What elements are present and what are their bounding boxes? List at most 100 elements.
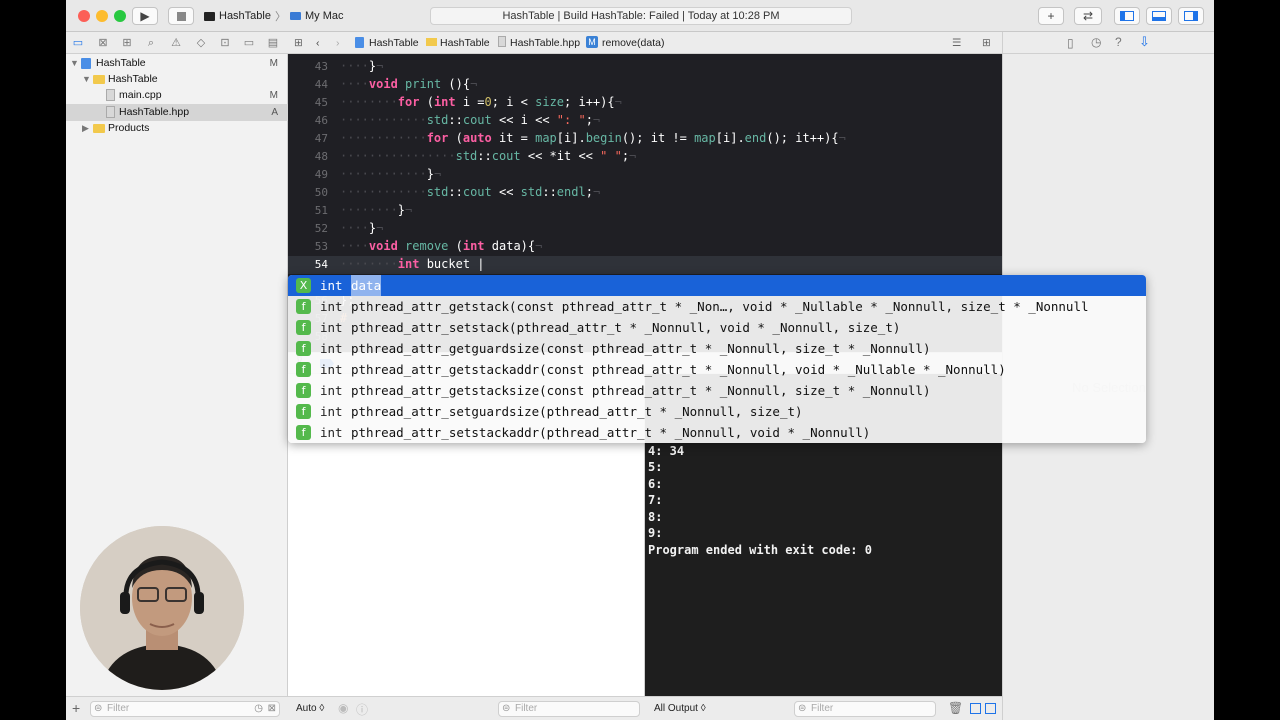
code-line: ············std::cout << i << ": ";¬ — [340, 113, 601, 127]
code-line: ····}¬ — [340, 221, 384, 235]
scm-status: M — [269, 58, 278, 69]
attributes-inspector-icon[interactable]: ⇩ — [1139, 34, 1150, 50]
function-badge-icon: f — [296, 341, 311, 356]
add-editor-icon[interactable]: ⊞ — [982, 36, 991, 50]
stop-button[interactable] — [168, 7, 194, 25]
toggle-inspector-button[interactable] — [1178, 7, 1204, 25]
completion-item[interactable]: f int pthread_attr_getstack(const pthrea… — [288, 296, 1146, 317]
function-badge-icon: f — [296, 320, 311, 335]
completion-item[interactable]: f int pthread_attr_setguardsize(pthread_… — [288, 401, 1146, 422]
disclosure-open-icon: ▼ — [70, 58, 79, 68]
file-inspector-icon[interactable]: ▯ — [1067, 36, 1074, 50]
toggle-navigator-button[interactable] — [1114, 7, 1140, 25]
crumb-symbol[interactable]: remove(data) — [602, 36, 664, 50]
function-badge-icon: f — [296, 404, 311, 419]
completion-item[interactable]: f int pthread_attr_getguardsize(const pt… — [288, 338, 1146, 359]
line-number: 45 — [314, 96, 328, 109]
line-number: 51 — [314, 204, 328, 217]
tree-item-label: main.cpp — [119, 89, 162, 101]
tree-item-project[interactable]: ▼ HashTable M — [66, 55, 288, 72]
run-button[interactable]: ▶ — [132, 7, 158, 25]
recent-icon[interactable]: ◷ — [254, 702, 263, 716]
console-line: 9: — [648, 526, 663, 540]
line-number: 48 — [314, 150, 328, 163]
terminal-icon — [204, 11, 215, 21]
tree-item-file[interactable]: main.cpp M — [66, 87, 288, 104]
code-completion-popup[interactable]: X int data f int pthread_attr_getstack(c… — [288, 275, 1146, 443]
navigator-selector-bar: ▭ ⊠ ⊞ ⌕ ⚠ ◇ ⊡ ▭ ▤ — [66, 32, 288, 54]
completion-name: pthread_attr_setstack(pthread_attr_t * _… — [351, 320, 901, 335]
editor-options-icon[interactable]: ☰ — [952, 36, 961, 50]
completion-item-selected[interactable]: X int data — [288, 275, 1146, 296]
completion-type: int — [320, 278, 343, 293]
variables-filter-input[interactable]: ⊜ Filter — [498, 701, 640, 717]
report-icon[interactable]: ▤ — [266, 36, 280, 50]
completion-item[interactable]: f int pthread_attr_getstackaddr(const pt… — [288, 359, 1146, 380]
history-inspector-icon[interactable]: ◷ — [1091, 35, 1101, 49]
test-icon[interactable]: ◇ — [194, 36, 208, 50]
scheme-device-label: My Mac — [304, 10, 344, 22]
tree-item-file-selected[interactable]: HashTable.hpp A — [66, 104, 288, 121]
eye-icon[interactable]: ◉ — [338, 701, 348, 715]
issue-icon[interactable]: ⚠ — [169, 36, 183, 50]
screen-edge — [1214, 0, 1280, 720]
completion-name: pthread_attr_getstacksize(const pthread_… — [351, 383, 931, 398]
scm-filter-icon[interactable]: ⊠ — [268, 702, 276, 716]
back-icon[interactable]: ‹ — [316, 36, 320, 50]
breakpoint-icon[interactable]: ▭ — [242, 36, 256, 50]
tree-item-folder[interactable]: ▶ Products — [66, 120, 288, 137]
completion-name: pthread_attr_getstackaddr(const pthread_… — [351, 362, 1006, 377]
close-window-button[interactable] — [78, 10, 90, 22]
info-icon[interactable]: ⓘ — [356, 701, 368, 718]
code-review-button[interactable]: ⇄ — [1074, 7, 1102, 25]
stop-icon — [176, 11, 186, 21]
function-badge-icon: f — [296, 383, 311, 398]
help-inspector-icon[interactable]: ? — [1115, 35, 1122, 49]
variables-scope-select[interactable]: Auto ◊ — [296, 703, 324, 714]
search-icon[interactable]: ⌕ — [144, 36, 158, 50]
folder-icon — [93, 75, 105, 84]
crumb-file[interactable]: HashTable.hpp — [510, 36, 580, 50]
tree-item-folder[interactable]: ▼ HashTable — [66, 71, 288, 88]
console-line: Program ended with exit code: 0 — [648, 543, 872, 557]
completion-type: int — [320, 425, 343, 440]
output-scope-select[interactable]: All Output ◊ — [654, 703, 706, 714]
completion-item[interactable]: f int pthread_attr_getstacksize(const pt… — [288, 380, 1146, 401]
forward-icon[interactable]: › — [336, 36, 340, 50]
disclosure-open-icon: ▼ — [82, 74, 91, 84]
code-line: ········}¬ — [340, 203, 413, 217]
minimize-window-button[interactable] — [96, 10, 108, 22]
symbol-icon[interactable]: ⊞ — [120, 36, 134, 50]
crumb-project[interactable]: HashTable — [369, 36, 419, 50]
filter-placeholder: Filter — [107, 703, 130, 714]
tree-item-label: HashTable — [96, 57, 146, 69]
add-icon[interactable]: + — [72, 700, 80, 716]
completion-type: int — [320, 341, 343, 356]
console-filter-input[interactable]: ⊜ Filter — [794, 701, 936, 717]
debug-icon[interactable]: ⊡ — [218, 36, 232, 50]
navigator-filter-input[interactable]: ⊜ Filter ◷ ⊠ — [90, 701, 280, 717]
completion-item[interactable]: f int pthread_attr_setstack(pthread_attr… — [288, 317, 1146, 338]
folder-icon[interactable]: ▭ — [71, 36, 85, 50]
filter-placeholder: Filter — [811, 703, 834, 714]
debug-bottom-bar: Auto ◊ ◉ ⓘ ⊜ Filter All Output ◊ ⊜ Filte… — [288, 696, 1002, 720]
scheme-target-label: HashTable — [219, 10, 271, 22]
toggle-debug-area-button[interactable] — [1146, 7, 1172, 25]
scheme-selector[interactable]: HashTable 〉 My Mac — [204, 7, 343, 25]
split-right-icon[interactable] — [985, 703, 996, 714]
completion-item[interactable]: f int pthread_attr_setstackaddr(pthread_… — [288, 422, 1146, 443]
zoom-window-button[interactable] — [114, 10, 126, 22]
navigator-pane-icon — [1120, 11, 1134, 21]
library-button[interactable]: + — [1038, 7, 1064, 25]
related-items-icon[interactable]: ⊞ — [294, 36, 303, 50]
completion-name: data — [351, 275, 382, 296]
code-line: ················std::cout << *it << " ";… — [340, 149, 637, 163]
trash-icon[interactable]: 🗑 — [948, 701, 963, 715]
split-left-icon[interactable] — [970, 703, 981, 714]
crumb-group[interactable]: HashTable — [440, 36, 490, 50]
function-badge-icon: f — [296, 425, 311, 440]
line-number: 44 — [314, 78, 328, 91]
source-control-icon[interactable]: ⊠ — [96, 36, 110, 50]
console-line: 8: — [648, 510, 663, 524]
tree-item-label: Products — [108, 122, 150, 134]
